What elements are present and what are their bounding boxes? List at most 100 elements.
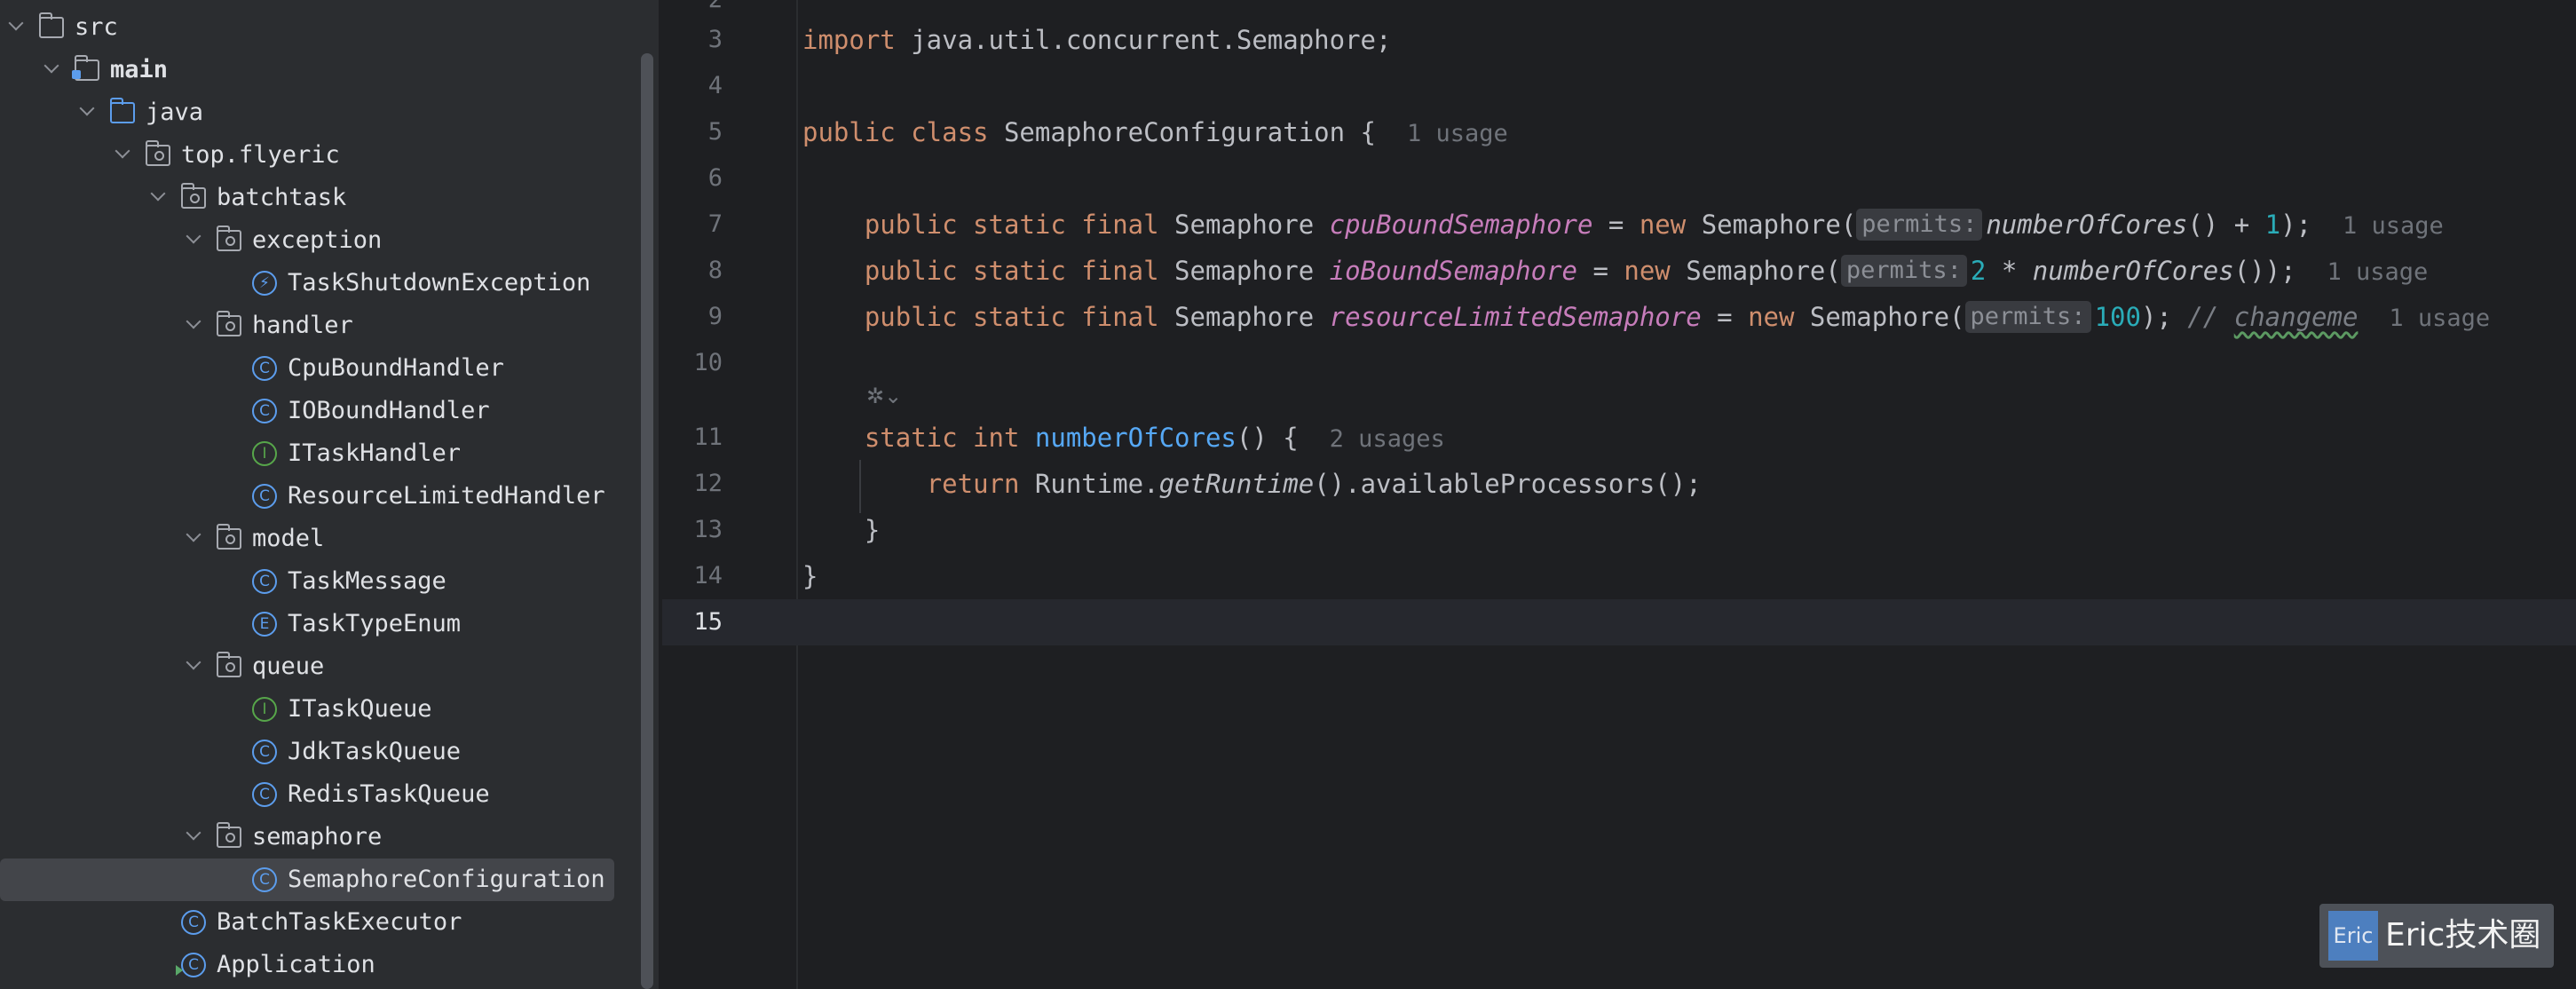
tree-item-ioboundhandler[interactable]: C IOBoundHandler	[0, 390, 657, 432]
operator: =	[1701, 302, 1749, 332]
chevron-down-icon[interactable]	[7, 6, 27, 49]
chevron-down-icon[interactable]	[185, 645, 204, 688]
project-tree-scrollbar[interactable]	[641, 53, 653, 989]
tree-item-queue[interactable]: queue	[0, 645, 657, 688]
interface-icon: I	[252, 697, 277, 722]
keyword: public class	[802, 117, 989, 147]
tree-item-handler[interactable]: handler	[0, 305, 657, 347]
tree-item-label: ResourceLimitedHandler	[288, 482, 605, 510]
tree-item-label: semaphore	[252, 823, 383, 851]
class-icon: C	[252, 356, 277, 381]
tree-item-main[interactable]: main	[0, 49, 657, 91]
source-folder-icon	[109, 98, 135, 123]
package-folder-icon	[216, 822, 241, 848]
package-folder-icon	[216, 652, 241, 677]
chevron-down-icon[interactable]	[114, 134, 133, 177]
keyword: return	[926, 469, 1020, 499]
module-folder-icon	[72, 55, 99, 81]
tree-item-semaphoreconfiguration[interactable]: C SemaphoreConfiguration	[0, 858, 614, 901]
tree-item-itaskqueue[interactable]: I ITaskQueue	[0, 688, 657, 731]
tree-item-taskmessage[interactable]: C TaskMessage	[0, 560, 657, 603]
tree-item-taskshutdownexception[interactable]: ⚡ TaskShutdownException	[0, 262, 657, 305]
tree-item-label: ITaskHandler	[288, 439, 462, 467]
spring-application-icon: C	[176, 953, 206, 977]
line-number: 9	[707, 303, 723, 330]
field-name: cpuBoundSemaphore	[1329, 210, 1593, 240]
tree-item-resourcelimitedhandler[interactable]: C ResourceLimitedHandler	[0, 475, 657, 518]
tree-item-model[interactable]: model	[0, 518, 657, 560]
chevron-down-icon[interactable]	[78, 91, 98, 134]
tree-item-label: ITaskQueue	[288, 695, 432, 723]
usage-hint[interactable]: 1 usage	[1407, 120, 1508, 147]
code-line-close-class[interactable]: }	[802, 553, 818, 599]
number-literal: 1	[2264, 210, 2281, 240]
usage-hint[interactable]: 2 usages	[1330, 425, 1445, 453]
operator: =	[1592, 210, 1640, 240]
chevron-down-icon[interactable]	[149, 177, 169, 219]
code-line-import[interactable]: import java.util.concurrent.Semaphore;	[802, 17, 1391, 63]
tree-item-batchtaskexecutor[interactable]: C BatchTaskExecutor	[0, 901, 657, 944]
code-line-method-decl[interactable]: static int numberOfCores() { 2 usages	[802, 415, 1445, 461]
tree-item-label: src	[75, 13, 118, 41]
line-number: 12	[693, 470, 723, 497]
package-folder-icon	[145, 140, 170, 166]
interface-icon: I	[252, 441, 277, 466]
brace: }	[864, 515, 881, 545]
tree-item-tasktypeenum[interactable]: E TaskTypeEnum	[0, 603, 657, 645]
code-line-resource-semaphore[interactable]: public static final Semaphore resourceLi…	[802, 294, 2490, 340]
tree-item-semaphore[interactable]: semaphore	[0, 816, 657, 858]
tree-item-cpuboundhandler[interactable]: C CpuBoundHandler	[0, 347, 657, 390]
code-line-cpu-semaphore[interactable]: public static final Semaphore cpuBoundSe…	[802, 202, 2444, 248]
tree-item-src[interactable]: src	[0, 6, 657, 49]
usage-hint[interactable]: 1 usage	[2327, 258, 2429, 286]
chevron-down-icon[interactable]	[185, 219, 204, 262]
chevron-down-icon[interactable]	[185, 816, 204, 858]
usage-hint[interactable]: 1 usage	[2343, 212, 2444, 240]
parameter-hint: permits:	[1840, 255, 1967, 287]
tree-item-label: top.flyeric	[181, 141, 340, 169]
type-name: Semaphore	[1158, 256, 1330, 286]
constructor: Semaphore(	[1670, 256, 1841, 286]
class-icon: C	[252, 740, 277, 764]
tree-item-label: TaskMessage	[288, 567, 446, 595]
tree-item-label: queue	[252, 653, 325, 680]
class-icon: C	[252, 782, 277, 807]
tree-item-batchtask[interactable]: batchtask	[0, 177, 657, 219]
line-number: 6	[707, 164, 723, 192]
keyword: public static final	[864, 302, 1159, 332]
chevron-down-icon[interactable]	[185, 518, 204, 560]
ai-assistant-gutter-icon[interactable]: ✲⌄	[866, 384, 911, 414]
usage-hint[interactable]: 1 usage	[2389, 305, 2490, 332]
package-folder-icon	[180, 183, 206, 209]
line-number: 4	[707, 72, 723, 99]
code-line-class-decl[interactable]: public class SemaphoreConfiguration { 1 …	[802, 109, 1508, 155]
keyword: new	[1639, 210, 1687, 240]
operator: =	[1577, 256, 1624, 286]
tree-item-java[interactable]: java	[0, 91, 657, 134]
tree-item-label: Application	[217, 951, 375, 978]
method-name: numberOfCores	[1034, 423, 1237, 453]
chevron-down-icon[interactable]	[185, 305, 204, 347]
code-line-io-semaphore[interactable]: public static final Semaphore ioBoundSem…	[802, 248, 2428, 294]
tree-item-label: TaskTypeEnum	[288, 610, 462, 637]
watermark: Eric Eric技术圈	[2319, 904, 2554, 968]
line-number: 8	[707, 257, 723, 284]
tree-item-exception[interactable]: exception	[0, 219, 657, 262]
tree-item-itaskhandler[interactable]: I ITaskHandler	[0, 432, 657, 475]
parameter-hint: permits:	[1964, 301, 2091, 333]
keyword: new	[1748, 302, 1795, 332]
tree-item-application[interactable]: C Application	[0, 944, 657, 986]
package-folder-icon	[216, 225, 241, 251]
chevron-down-icon[interactable]	[43, 49, 62, 91]
constructor: Semaphore(	[1794, 302, 1965, 332]
code-line-close-method[interactable]: }	[802, 507, 880, 553]
tree-item-label: JdkTaskQueue	[288, 738, 462, 765]
tree-item-redistaskqueue[interactable]: C RedisTaskQueue	[0, 773, 657, 816]
code-text: Runtime.	[1019, 469, 1159, 499]
tree-item-label: BatchTaskExecutor	[217, 908, 462, 936]
comment-typo-word[interactable]: changeme	[2234, 302, 2359, 332]
tree-item-jdktaskqueue[interactable]: C JdkTaskQueue	[0, 731, 657, 773]
code-line-return[interactable]: return Runtime.getRuntime().availablePro…	[802, 461, 1702, 507]
line-number: 5	[707, 118, 723, 146]
tree-item-top-flyeric[interactable]: top.flyeric	[0, 134, 657, 177]
